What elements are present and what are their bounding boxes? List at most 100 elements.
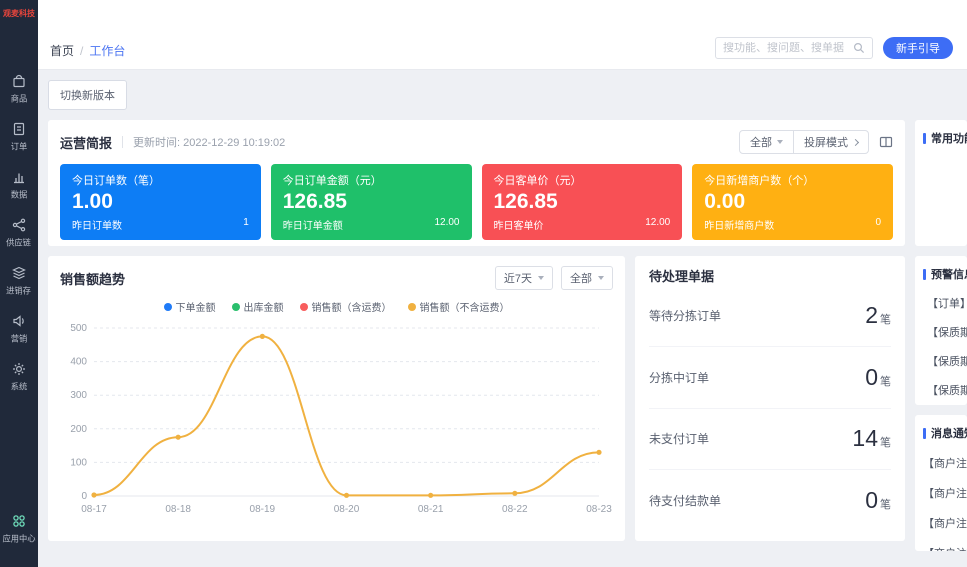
sidebar-item-label: 应用中心 [2, 533, 35, 545]
svg-text:200: 200 [70, 424, 87, 435]
notice-item[interactable]: 【商户注册】 [923, 515, 963, 531]
scope-select-value: 全部 [750, 134, 772, 150]
notice-item[interactable]: 【商户注册】 [923, 455, 963, 471]
scope-select[interactable]: 全部 [740, 131, 793, 153]
alert-item[interactable]: 【订单】 [923, 295, 963, 311]
stat-card-value: 126.85 [283, 190, 460, 214]
alert-item[interactable]: 【保质期】 [923, 353, 963, 369]
svg-text:100: 100 [70, 457, 87, 468]
stat-card-sub-label: 昨日新增商户数 [704, 217, 774, 232]
pending-row-settlement[interactable]: 待支付结款单 0 笔 [649, 470, 891, 531]
pending-row-unpaid[interactable]: 未支付订单 14 笔 [649, 409, 891, 471]
legend-label: 销售额（含运费） [312, 299, 392, 314]
switch-version-button[interactable]: 切换新版本 [48, 80, 127, 110]
breadcrumb-home[interactable]: 首页 [50, 42, 74, 59]
date-range-value: 近7天 [504, 270, 532, 286]
pending-row-sorting[interactable]: 分拣中订单 0 笔 [649, 347, 891, 409]
sidebar-item-system[interactable]: 系统 [0, 353, 38, 401]
date-range-select[interactable]: 近7天 [495, 266, 553, 290]
pending-row-unit: 笔 [880, 434, 891, 450]
chevron-down-icon [777, 140, 783, 144]
pending-row-label: 未支付订单 [649, 430, 709, 447]
stat-card-title: 今日客单价（元） [494, 172, 671, 188]
search-icon[interactable] [853, 42, 865, 54]
pending-documents-panel: 待处理单据 等待分拣订单 2 笔 分拣中订单 0 [635, 256, 905, 541]
trend-scope-value: 全部 [570, 270, 592, 286]
notice-item[interactable]: 【商户注册】 [923, 485, 963, 501]
legend-dot [164, 303, 172, 311]
svg-text:400: 400 [70, 357, 87, 368]
pending-title: 待处理单据 [649, 266, 891, 285]
alerts-title: 预警信息 [923, 266, 963, 282]
layout-icon [879, 135, 893, 149]
stat-card-sub-value: 12.00 [645, 217, 670, 232]
screen-layout-button[interactable] [879, 135, 893, 149]
search-input[interactable] [723, 42, 849, 54]
stat-card-today-amount[interactable]: 今日订单金额（元） 126.85 昨日订单金额 12.00 [271, 164, 472, 240]
legend-item-outbound-amount[interactable]: 出库金额 [232, 299, 284, 314]
sidebar-item-app-center[interactable]: 应用中心 [1, 505, 37, 553]
alerts-panel: 预警信息 【订单】 【保质期】 【保质期】 【 [915, 256, 967, 405]
stat-card-sub-value: 12.00 [434, 217, 459, 232]
sidebar-item-label: 订单 [11, 141, 28, 153]
app-grid-icon [11, 513, 27, 529]
briefing-updated-time: 更新时间: 2022-12-29 10:19:02 [133, 134, 285, 150]
briefing-panel: 运营简报 更新时间: 2022-12-29 10:19:02 全部 投屏模式 [48, 120, 905, 246]
chevron-down-icon [538, 276, 544, 280]
sidebar-item-label: 数据 [11, 189, 28, 201]
svg-text:300: 300 [70, 390, 87, 401]
sidebar-item-inventory[interactable]: 进销存 [0, 257, 38, 305]
stat-card-avg-order-value[interactable]: 今日客单价（元） 126.85 昨日客单价 12.00 [482, 164, 683, 240]
trend-scope-select[interactable]: 全部 [561, 266, 613, 290]
legend-label: 下单金额 [176, 299, 216, 314]
breadcrumb-current: 工作台 [89, 42, 125, 59]
svg-text:08-18: 08-18 [165, 504, 191, 515]
alert-item[interactable]: 【保质期】 [923, 382, 963, 398]
notice-item[interactable]: 【商户注册】 [923, 545, 963, 551]
stat-card-value: 0.00 [704, 190, 881, 214]
briefing-title: 运营简报 [60, 133, 112, 152]
pending-row-unit: 笔 [880, 373, 891, 389]
pending-row-value: 0 [865, 487, 878, 514]
sidebar-item-supply-chain[interactable]: 供应链 [0, 209, 38, 257]
alert-text: 【保质期】 [927, 353, 967, 369]
svg-text:08-20: 08-20 [334, 504, 360, 515]
svg-text:500: 500 [70, 323, 87, 334]
alert-item[interactable]: 【保质期】 [923, 324, 963, 340]
stat-card-today-orders[interactable]: 今日订单数（笔） 1.00 昨日订单数 1 [60, 164, 261, 240]
legend-item-order-amount[interactable]: 下单金额 [164, 299, 216, 314]
alert-text: 【保质期】 [927, 382, 967, 398]
projection-mode-button[interactable]: 投屏模式 [793, 131, 868, 153]
breadcrumb-separator: / [80, 44, 83, 58]
global-search [715, 37, 873, 59]
sidebar-item-label: 商品 [11, 93, 28, 105]
sidebar-item-orders[interactable]: 订单 [0, 113, 38, 161]
right-rail: 常用功能 预警信息 【订单】 【保质期】 【保质期】 [915, 120, 967, 551]
sidebar-item-label: 营销 [11, 333, 28, 345]
stat-cards: 今日订单数（笔） 1.00 昨日订单数 1 今日订单金额（元） 126.85 [60, 164, 893, 240]
briefing-controls: 全部 投屏模式 [739, 130, 869, 154]
chevron-right-icon [852, 138, 859, 145]
pending-row-waiting-sorting[interactable]: 等待分拣订单 2 笔 [649, 285, 891, 347]
pending-row-value: 0 [865, 364, 878, 391]
goods-icon [11, 73, 27, 89]
stat-card-sub-label: 昨日订单金额 [283, 217, 343, 232]
brand-logo: 观麦科技 [2, 0, 36, 23]
main-area: 首页 / 工作台 新手引导 切换新版本 运营简报 更新时间: 2022 [38, 0, 967, 567]
legend-item-sales-without-freight[interactable]: 销售额（不含运费） [408, 299, 510, 314]
pending-row-value: 14 [852, 425, 878, 452]
newbie-guide-button[interactable]: 新手引导 [883, 37, 953, 59]
sidebar-item-label: 进销存 [7, 285, 32, 297]
legend-dot [408, 303, 416, 311]
notices-title: 消息通知 [923, 425, 963, 441]
stat-card-sub-value: 0 [875, 217, 881, 232]
stat-card-new-merchants[interactable]: 今日新增商户数（个） 0.00 昨日新增商户数 0 [692, 164, 893, 240]
sidebar-item-marketing[interactable]: 营销 [0, 305, 38, 353]
legend-item-sales-with-freight[interactable]: 销售额（含运费） [300, 299, 392, 314]
pending-row-label: 待支付结款单 [649, 492, 721, 509]
stat-card-sub-value: 1 [243, 217, 249, 232]
sidebar-item-goods[interactable]: 商品 [0, 65, 38, 113]
sidebar-item-data[interactable]: 数据 [0, 161, 38, 209]
sidebar-item-label: 供应链 [7, 237, 32, 249]
sales-trend-panel: 销售额趋势 近7天 全部 [48, 256, 625, 541]
